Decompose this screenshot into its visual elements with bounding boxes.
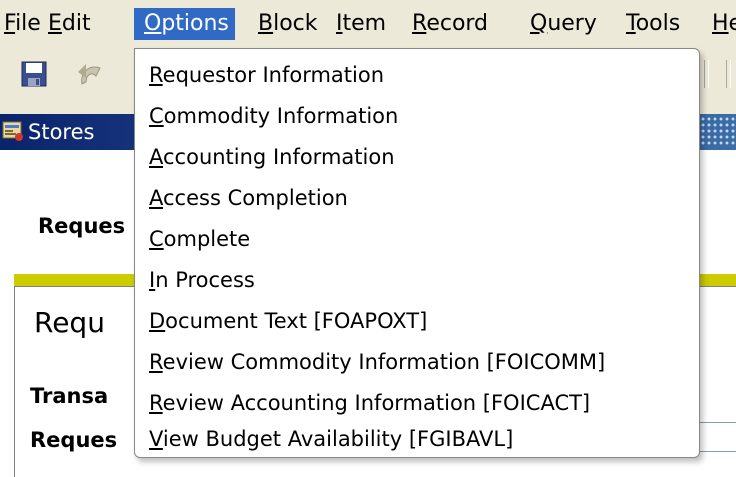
menu-item-label: iew Budget Availability [FGIBAVL] — [162, 427, 514, 451]
menu-item-access-completion[interactable]: Access Completion — [149, 180, 348, 216]
save-icon[interactable] — [16, 56, 52, 92]
menu-item-mnemonic: C — [149, 104, 164, 128]
menu-options[interactable]: Options — [134, 8, 235, 40]
menu-block-mnemonic: B — [258, 11, 274, 36]
menu-item[interactable]: Item — [336, 8, 386, 40]
toolbar-separator — [704, 60, 709, 88]
menu-options-label: ptions — [161, 11, 229, 36]
menu-item-mnemonic: D — [149, 309, 166, 333]
menu-item-mnemonic: R — [149, 63, 163, 87]
menu-help-label: e — [728, 11, 736, 36]
menu-item-label: eview Accounting Information [FOICACT] — [162, 391, 591, 415]
menu-item-label: n Process — [155, 268, 255, 292]
menu-item-mnemonic: R — [149, 391, 163, 415]
menu-tools-label: ools — [635, 11, 681, 36]
menu-item-label: ccess Completion — [163, 186, 348, 210]
menu-record-mnemonic: R — [412, 11, 427, 36]
menu-item-accounting-information[interactable]: Accounting Information — [149, 139, 395, 175]
menu-edit-mnemonic: E — [48, 11, 62, 36]
transaction-label: Transa — [30, 384, 109, 408]
menu-tools[interactable]: Tools — [626, 8, 680, 40]
menu-item-mnemonic: R — [149, 350, 163, 374]
menu-record[interactable]: Record — [412, 8, 488, 40]
menu-item-label: eview Commodity Information [FOICOMM] — [162, 350, 606, 374]
menu-query[interactable]: Query — [530, 8, 597, 40]
menu-block-label: lock — [273, 11, 318, 36]
rollback-icon[interactable] — [72, 56, 108, 92]
menu-help-mnemonic: H — [712, 11, 729, 36]
title-bar-grip — [700, 116, 736, 146]
menu-item-label: omplete — [163, 227, 251, 251]
menu-item-mnemonic: A — [149, 186, 163, 210]
menu-item-mnemonic: A — [149, 145, 163, 169]
menu-tools-mnemonic: T — [626, 11, 636, 36]
menu-file-label: ile — [15, 11, 41, 36]
requestor-label: Reques — [38, 214, 126, 238]
toolbar-separator — [726, 60, 731, 88]
menu-item-document-text[interactable]: Document Text [FOAPOXT] — [149, 303, 427, 339]
menu-item-mnemonic: V — [149, 427, 163, 451]
menu-bar: File Edit Options Block Item Record Quer… — [0, 0, 736, 48]
menu-item-label: tem — [342, 11, 387, 36]
menu-block[interactable]: Block — [258, 8, 318, 40]
window-title: Stores — [28, 120, 95, 144]
menu-options-mnemonic: O — [144, 11, 162, 36]
menu-record-label: ecord — [426, 11, 489, 36]
menu-item-view-budget-availability[interactable]: View Budget Availability [FGIBAVL] — [149, 421, 513, 457]
form-window-icon — [2, 120, 24, 142]
menu-item-requestor-information[interactable]: Requestor Information — [149, 57, 384, 93]
menu-item-label: ocument Text [FOAPOXT] — [165, 309, 428, 333]
requestor-field-label: Reques — [30, 428, 118, 452]
panel-heading: Requ — [34, 306, 105, 339]
menu-item-mnemonic: C — [149, 227, 164, 251]
menu-edit[interactable]: Edit — [48, 8, 91, 40]
menu-file-mnemonic: F — [4, 11, 16, 36]
menu-query-label: uery — [547, 11, 597, 36]
menu-item-in-process[interactable]: In Process — [149, 262, 255, 298]
menu-item-label: ccounting Information — [163, 145, 395, 169]
options-menu: Requestor Information Commodity Informat… — [134, 48, 700, 458]
menu-query-mnemonic: Q — [530, 11, 548, 36]
menu-item-label: ommodity Information — [163, 104, 399, 128]
menu-edit-label: dit — [61, 11, 91, 36]
menu-item-complete[interactable]: Complete — [149, 221, 250, 257]
menu-item-commodity-information[interactable]: Commodity Information — [149, 98, 398, 134]
menu-item-review-commodity-information[interactable]: Review Commodity Information [FOICOMM] — [149, 344, 605, 380]
menu-help[interactable]: He — [712, 8, 736, 40]
menu-item-label: equestor Information — [162, 63, 385, 87]
menu-file[interactable]: File — [4, 8, 41, 40]
menu-item-review-accounting-information[interactable]: Review Accounting Information [FOICACT] — [149, 385, 590, 421]
